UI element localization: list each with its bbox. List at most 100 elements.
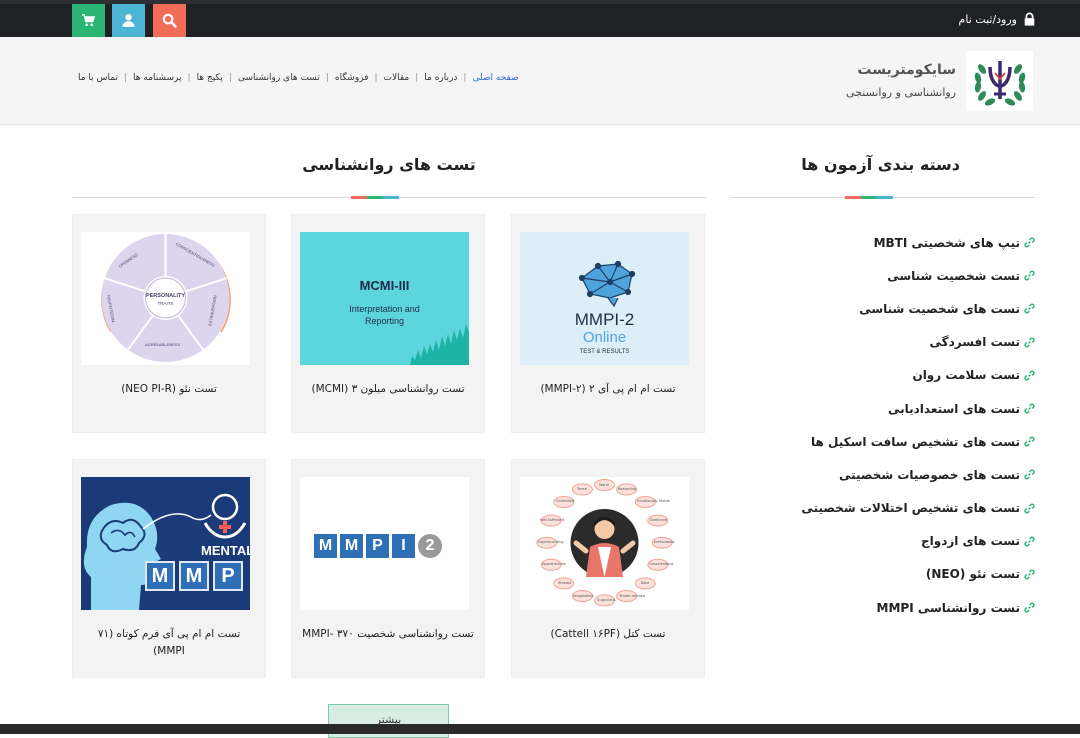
product-card[interactable]: PERSONALITY TRAITS OPENNESS CONSCIENTIOU… (72, 214, 266, 433)
card-title[interactable]: تست روانشناسی میلون ۳ (MCMI) (300, 381, 476, 398)
brand-title[interactable]: سایکومتریست (857, 62, 956, 78)
site-logo[interactable] (966, 51, 1033, 111)
nav-item-questionnaires[interactable]: پرسشنامه ها (127, 73, 188, 83)
card-image[interactable]: MCMI-III Interpretation and Reporting (300, 232, 469, 365)
categories-title: دسته بندی آزمون ها (801, 155, 960, 174)
bar-decoration-icon (410, 324, 469, 365)
nav-item-contact[interactable]: تماس با ما (72, 73, 124, 83)
card-image[interactable]: MMPI-2 Online TEST & RESULTS (520, 232, 689, 365)
card-image-text: Warm (599, 483, 610, 487)
link-icon (1024, 337, 1035, 348)
card-image[interactable]: Warm Reasoning Emotionally Stable Domina… (520, 477, 689, 610)
cart-icon (82, 14, 96, 27)
main-nav: تماس با ما | پرسشنامه ها | پکیج ها | تست… (72, 73, 525, 83)
search-button[interactable] (153, 4, 186, 37)
link-icon (1024, 436, 1035, 447)
nav-separator: | (415, 73, 419, 83)
card-image-text: Bold (641, 581, 649, 585)
category-item-marriage[interactable]: تست های ازدواج (735, 525, 1035, 558)
card-image[interactable]: M M P I 2 (300, 477, 469, 610)
logo-letter: 2 (418, 534, 442, 558)
divider-accent (845, 196, 861, 199)
category-label: تست های تشخیص سافت اسکیل ها (811, 434, 1020, 449)
link-icon (1024, 270, 1035, 281)
cart-button[interactable] (72, 4, 105, 37)
logo-letter: M (340, 534, 363, 558)
card-image-text: Tender-minded (619, 594, 645, 598)
card-title[interactable]: تست کتل (Cattell ۱۶PF) (520, 626, 696, 643)
card-image-text: MMPI-2 (574, 310, 635, 329)
product-card[interactable]: M M P I 2 تست روانشناسی شخصیت MMPI- ۳۷۰ (291, 459, 485, 678)
lock-icon (1024, 12, 1035, 26)
card-title[interactable]: تست ام ام پی آی ۲ (MMPI-۲) (520, 381, 696, 398)
card-image[interactable]: MENTAL M M P (81, 477, 250, 610)
product-card[interactable]: MCMI-III Interpretation and Reporting تس… (291, 214, 485, 433)
login-link[interactable]: ورود/ثبت نام (959, 12, 1036, 26)
category-item-disorders[interactable]: تست های تشخیص اختلالات شخصیتی (735, 492, 1035, 525)
top-bar: ورود/ثبت نام (0, 4, 1080, 37)
category-label: تست های خصوصیات شخصیتی (838, 467, 1020, 482)
card-image[interactable]: PERSONALITY TRAITS OPENNESS CONSCIENTIOU… (81, 232, 250, 365)
card-title[interactable]: تست ام ام پی آی فرم کوتاه (۷۱ MMPI) (81, 626, 257, 660)
site-header: سایکومتریست روانشناسی و روانسنجی تماس با… (0, 37, 1080, 125)
nav-item-home[interactable]: صفحه اصلی (466, 73, 524, 83)
product-card[interactable]: MENTAL M M P تست ام ام پی آی فرم کوتاه (… (72, 459, 266, 678)
card-image-text: AGREEABLENESS (145, 342, 181, 347)
section-title: تست های روانشناسی (302, 155, 476, 174)
nav-item-psych-tests[interactable]: تست های روانشناسی (232, 73, 326, 83)
link-icon (1024, 403, 1035, 414)
category-item-aptitude[interactable]: تست های استعدادیابی (735, 392, 1035, 425)
category-item-mental-health[interactable]: تست سلامت روان (735, 359, 1035, 392)
link-icon (1024, 469, 1035, 480)
category-label: تست افسردگی (929, 335, 1020, 350)
category-item-mbti[interactable]: تیپ های شخصیتی MBTI (735, 226, 1035, 259)
category-item-mmpi[interactable]: تست روانشناسی MMPI (735, 591, 1035, 624)
logo-letter: M (179, 561, 209, 591)
category-label: تست سلامت روان (912, 368, 1020, 383)
card-image-text: Emotionally Stable (637, 499, 670, 503)
card-image-text: Online (582, 329, 627, 346)
link-icon (1024, 370, 1035, 381)
category-item-traits[interactable]: تست های خصوصیات شخصیتی (735, 458, 1035, 491)
nav-item-packages[interactable]: پکیج ها (191, 73, 229, 83)
logo-letter: M (145, 561, 175, 591)
divider-accent (877, 196, 893, 199)
card-title[interactable]: تست نئو (NEO PI-R) (81, 381, 257, 398)
card-image-text: Dominant (650, 518, 668, 522)
logo-letter: I (392, 534, 415, 558)
nav-item-about[interactable]: درباره ما (418, 73, 463, 83)
category-item-personality-tests[interactable]: تست های شخصیت شناسی (735, 292, 1035, 325)
nav-separator: | (123, 73, 128, 83)
category-item-personality[interactable]: تست شخصیت شناسی (735, 259, 1035, 292)
nav-separator: | (463, 73, 467, 83)
divider-accent (861, 196, 877, 199)
category-label: تست های ازدواج (921, 534, 1020, 549)
card-image-text: Imaginative (573, 594, 594, 598)
category-item-soft-skills[interactable]: تست های تشخیص سافت اسکیل ها (735, 425, 1035, 458)
card-image-text: Tense (577, 487, 587, 491)
category-item-depression[interactable]: تست افسردگی (735, 326, 1035, 359)
product-card[interactable]: MMPI-2 Online TEST & RESULTS تست ام ام پ… (511, 214, 705, 433)
card-image-text: TEST & RESULTS (579, 349, 630, 355)
login-label: ورود/ثبت نام (958, 12, 1017, 26)
card-image-text: Self-Sufficient (540, 518, 565, 522)
divider-accent (383, 196, 399, 199)
product-card[interactable]: Warm Reasoning Emotionally Stable Domina… (511, 459, 705, 678)
card-title[interactable]: تست روانشناسی شخصیت MMPI- ۳۷۰ (300, 626, 476, 643)
card-image-text: Experimenting (538, 540, 564, 544)
card-image-text: Conscientious (649, 562, 674, 566)
nav-separator: | (187, 73, 191, 83)
card-image-text: Apprehensive (542, 562, 566, 566)
divider-accent (351, 196, 367, 199)
nav-item-shop[interactable]: فروشگاه (329, 73, 375, 83)
logo-letter: P (213, 561, 243, 591)
account-button[interactable] (112, 4, 145, 37)
logo-letter: M (314, 534, 337, 558)
card-image-text: Suspicious (597, 598, 616, 602)
divider-accent (367, 196, 383, 199)
nav-separator: | (228, 73, 232, 83)
nav-item-articles[interactable]: مقالات (378, 73, 416, 83)
psi-laurel-logo-icon (974, 61, 1025, 106)
link-icon (1024, 237, 1035, 248)
category-item-neo[interactable]: تست نئو (NEO) (735, 558, 1035, 591)
